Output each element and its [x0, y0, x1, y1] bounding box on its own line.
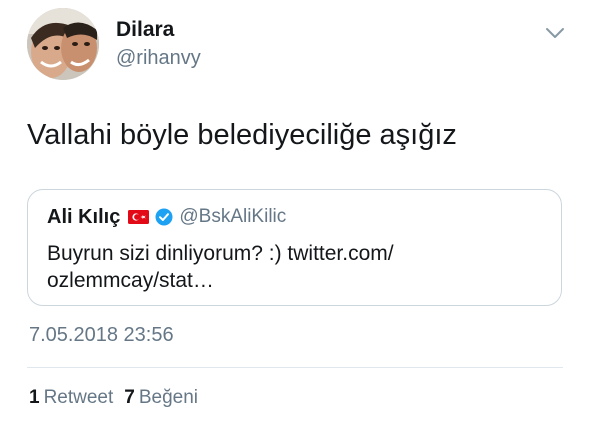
tweet-text: Vallahi böyle belediyeciliğe aşığız	[27, 119, 457, 151]
profile-photo-avatar	[27, 8, 99, 80]
avatar[interactable]	[27, 8, 99, 80]
author-name[interactable]: Dilara	[116, 18, 174, 42]
likes-stat[interactable]: 7 Beğeni	[124, 386, 198, 410]
tweet-stats: 1 Retweet 7 Beğeni	[29, 386, 198, 410]
tweet-timestamp[interactable]: 7.05.2018 23:56	[29, 323, 174, 347]
divider	[27, 367, 563, 368]
quoted-author-name: Ali Kılıç	[47, 205, 121, 228]
retweets-count: 1	[29, 387, 40, 408]
quoted-tweet-text: Buyrun sizi dinliyorum? :) twitter.com/ …	[47, 240, 547, 294]
author-handle[interactable]: @rihanvy	[116, 46, 201, 70]
quoted-author-handle: @BskAliKilic	[179, 206, 287, 227]
quoted-tweet-text-line-2[interactable]: ozlemmcay/stat…	[47, 267, 547, 294]
turkey-flag-icon	[128, 210, 150, 224]
retweets-label: Retweet	[43, 387, 114, 408]
likes-count: 7	[124, 387, 135, 408]
chevron-down-icon[interactable]	[544, 26, 566, 40]
likes-label: Beğeni	[138, 387, 199, 408]
quoted-tweet-header: Ali Kılıç @BskAliKilic	[47, 204, 286, 230]
retweets-stat[interactable]: 1 Retweet	[29, 386, 113, 410]
quoted-tweet-text-line-1: Buyrun sizi dinliyorum? :) twitter.com/	[47, 242, 394, 265]
verified-badge-icon	[155, 208, 173, 226]
tweet-card: Dilara @rihanvy Vallahi böyle belediyeci…	[0, 0, 590, 432]
quoted-tweet[interactable]: Ali Kılıç @BskAliKilic Buyrun sizi dinli…	[27, 189, 562, 306]
